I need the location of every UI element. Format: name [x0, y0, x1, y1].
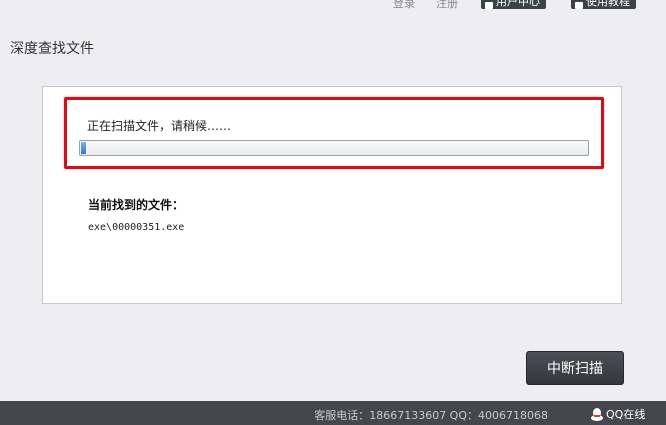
tutorial-label: 使用教程 — [586, 0, 630, 8]
found-file-label: 当前找到的文件： — [88, 198, 185, 212]
book-icon — [575, 2, 583, 9]
tutorial-button[interactable]: 使用教程 — [571, 0, 636, 9]
user-center-label: 用户中心 — [496, 0, 540, 8]
top-bar: 登录 注册 用户中心 使用教程 — [0, 0, 666, 10]
stop-scan-button[interactable]: 中断扫描 — [526, 351, 624, 385]
scan-progress-fill — [81, 142, 87, 154]
user-center-button[interactable]: 用户中心 — [481, 0, 546, 9]
footer-bar: 客服电话：18667133607 QQ：4006718068 QQ在线 — [0, 401, 666, 425]
current-file-path: exe\00000351.exe — [88, 222, 185, 233]
qq-penguin-icon — [591, 407, 603, 421]
register-link[interactable]: 注册 — [436, 0, 458, 10]
qq-online-button[interactable]: QQ在线 — [591, 406, 645, 422]
footer-contact-text: 客服电话：18667133607 QQ：4006718068 — [314, 409, 548, 422]
scan-progress-bar — [79, 140, 589, 156]
page-title: 深度查找文件 — [10, 41, 94, 57]
login-link[interactable]: 登录 — [393, 0, 415, 10]
qq-online-label: QQ在线 — [606, 408, 646, 421]
user-icon — [485, 2, 493, 9]
scan-status-text: 正在扫描文件，请稍候…… — [87, 119, 232, 133]
